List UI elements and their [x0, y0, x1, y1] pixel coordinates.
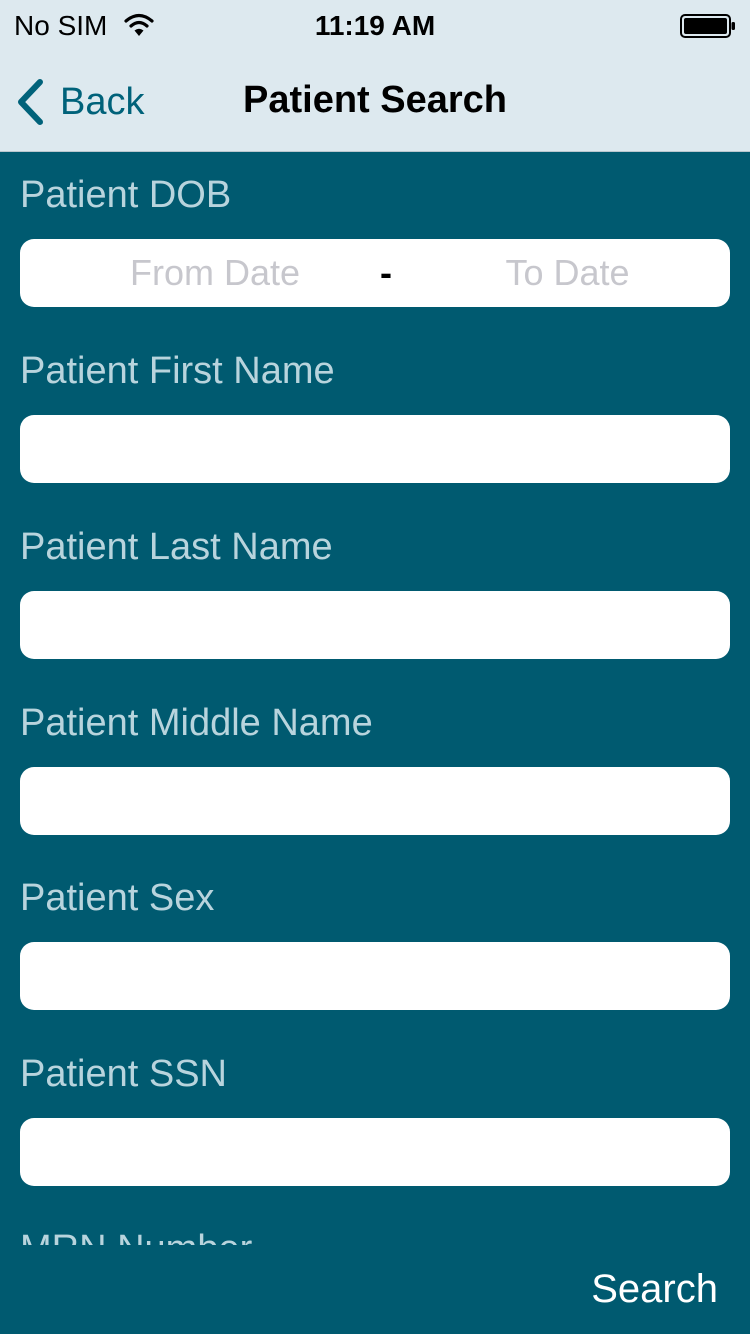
sex-label: Patient Sex: [20, 877, 215, 919]
middle-name-label: Patient Middle Name: [20, 702, 373, 744]
sex-input[interactable]: [20, 942, 730, 1010]
middle-name-input[interactable]: [20, 767, 730, 835]
dob-label: Patient DOB: [20, 174, 232, 216]
first-name-label: Patient First Name: [20, 350, 335, 392]
navigation-bar: Back Patient Search: [0, 52, 750, 152]
date-range-separator: -: [380, 252, 392, 293]
to-date-input[interactable]: [415, 239, 720, 307]
status-time: 11:19 AM: [314, 10, 436, 41]
page-title: Patient Search: [243, 79, 507, 121]
last-name-input[interactable]: [20, 591, 730, 659]
battery-icon: [680, 14, 735, 38]
last-name-label: Patient Last Name: [20, 526, 333, 568]
patient-search-form[interactable]: Patient DOB - Patient First Name Patient…: [0, 153, 750, 1245]
search-button[interactable]: Search: [591, 1265, 718, 1313]
first-name-input[interactable]: [20, 415, 730, 483]
ssn-label: Patient SSN: [20, 1053, 227, 1095]
bottom-toolbar: Search: [0, 1245, 750, 1334]
mrn-label: MRN Number: [20, 1227, 252, 1245]
status-bar: No SIM 11:19 AM: [0, 0, 750, 52]
ssn-input[interactable]: [20, 1118, 730, 1186]
from-date-input[interactable]: [60, 239, 370, 307]
dob-date-range: -: [20, 239, 730, 307]
